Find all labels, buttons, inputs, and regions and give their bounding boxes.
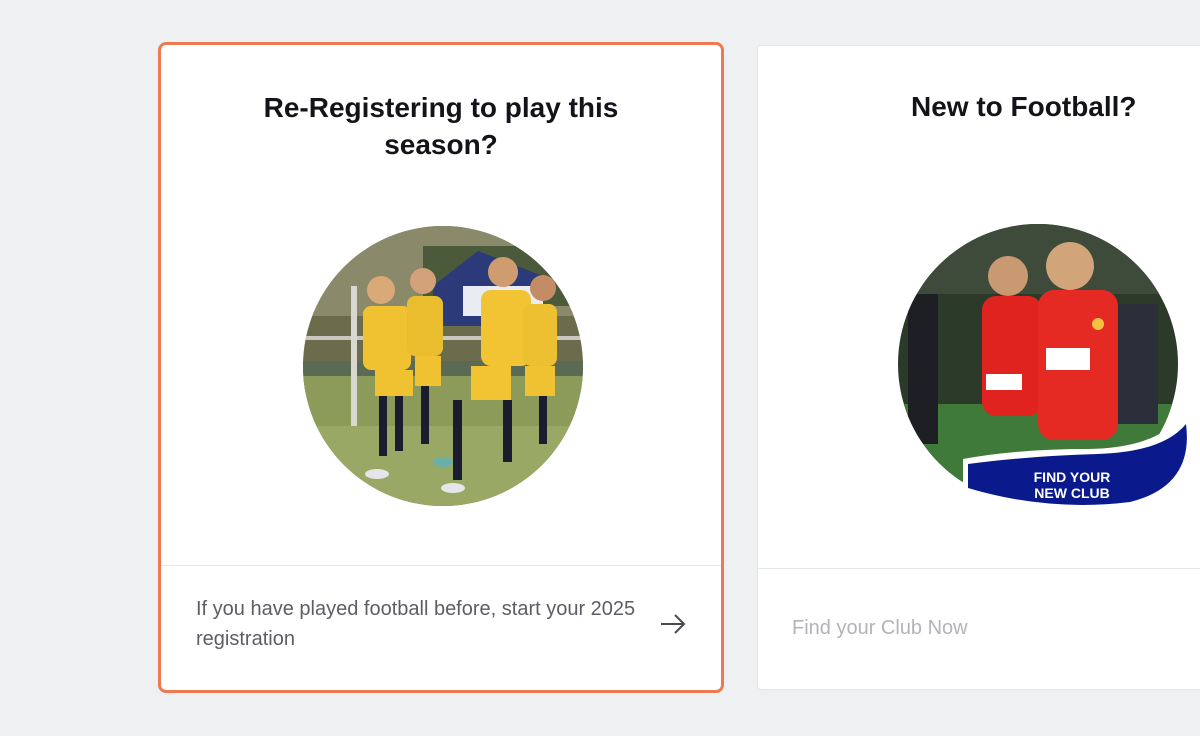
banner-line-1: FIND YOUR xyxy=(1034,469,1111,485)
new-to-football-card-body: New to Football? FIND YOUR NEW CLUB xyxy=(758,46,1200,568)
new-to-football-photo: FIND YOUR NEW CLUB xyxy=(898,224,1197,511)
new-to-football-card-footer[interactable]: Find your Club Now xyxy=(758,568,1200,689)
girls-team-image xyxy=(303,226,583,506)
reregister-footer-text: If you have played football before, star… xyxy=(196,598,636,650)
reregister-card-body: Re-Registering to play this season? xyxy=(161,45,721,565)
reregister-card-title: Re-Registering to play this season? xyxy=(263,92,619,160)
new-to-football-card-title: New to Football? xyxy=(911,91,1137,122)
adult-players-image: FIND YOUR NEW CLUB xyxy=(898,224,1197,511)
new-to-football-card[interactable]: New to Football? FIND YOUR NEW CLUB Find… xyxy=(757,45,1200,690)
find-club-link-text[interactable]: Find your Club Now xyxy=(792,613,968,643)
reregister-card[interactable]: Re-Registering to play this season? If y… xyxy=(158,42,724,693)
reregister-photo xyxy=(303,226,583,506)
reregister-card-footer[interactable]: If you have played football before, star… xyxy=(161,565,721,690)
arrow-right-icon[interactable] xyxy=(659,612,687,636)
banner-line-2: NEW CLUB xyxy=(1034,485,1109,501)
